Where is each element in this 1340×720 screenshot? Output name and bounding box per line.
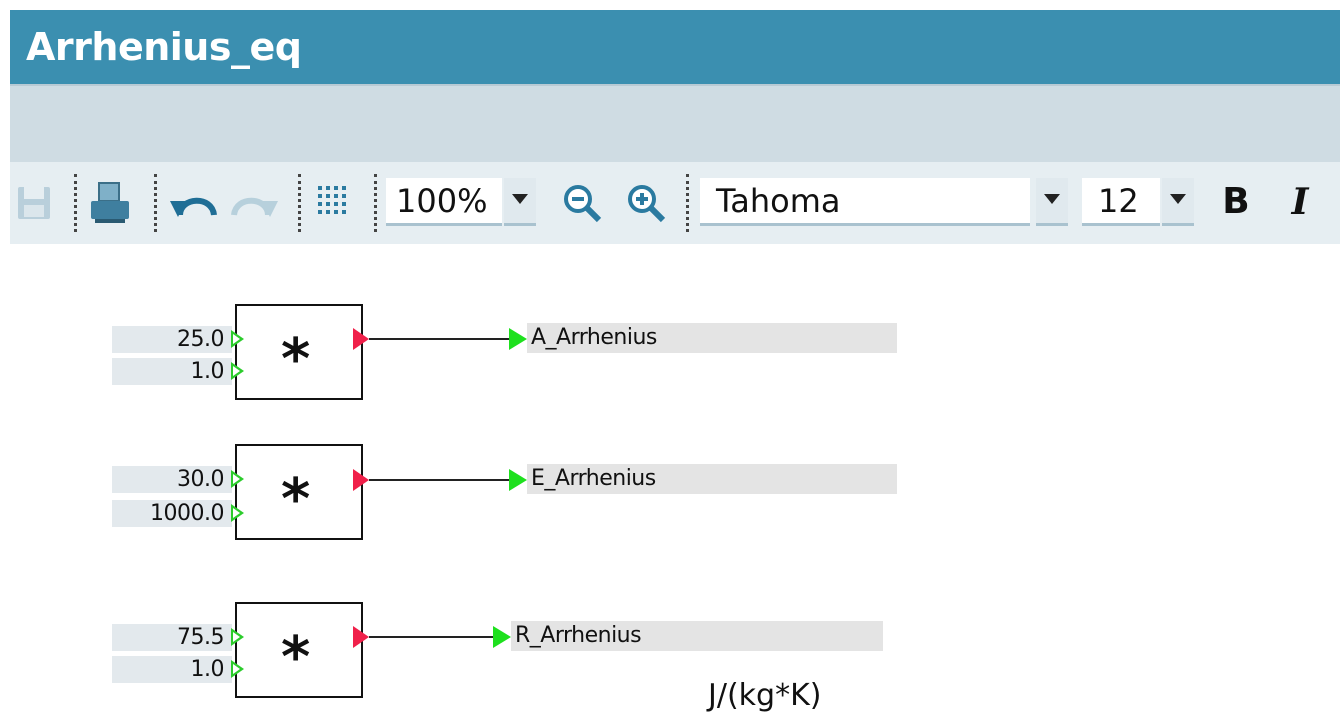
output-signal-field[interactable]: A_Arrhenius bbox=[527, 323, 897, 353]
output-port-icon[interactable] bbox=[353, 328, 369, 350]
output-port-icon[interactable] bbox=[353, 469, 369, 491]
input-port-icon[interactable] bbox=[231, 470, 244, 488]
input-value-field[interactable]: 1000.0 bbox=[112, 500, 232, 527]
zoom-select[interactable]: 100% bbox=[386, 178, 502, 226]
multiply-block[interactable]: * bbox=[235, 602, 363, 698]
output-port-icon[interactable] bbox=[353, 626, 369, 648]
undo-button[interactable] bbox=[166, 186, 222, 222]
signal-arrow-icon bbox=[493, 626, 511, 648]
toolbar-separator bbox=[686, 174, 689, 232]
output-signal-field[interactable]: R_Arrhenius bbox=[511, 621, 883, 651]
operator-label: * bbox=[281, 467, 311, 532]
operator-label: * bbox=[281, 327, 311, 392]
input-port-icon[interactable] bbox=[231, 628, 244, 646]
connection-wire[interactable] bbox=[369, 636, 495, 638]
input-port-icon[interactable] bbox=[231, 330, 244, 348]
toolbar-separator bbox=[74, 174, 77, 232]
output-signal-field[interactable]: E_Arrhenius bbox=[527, 464, 897, 494]
zoom-in-icon bbox=[628, 185, 666, 223]
diagram-canvas[interactable]: 25.0 1.0 * A_Arrhenius 30.0 1000.0 * E_A… bbox=[0, 244, 1340, 720]
ribbon-bar bbox=[10, 84, 1340, 162]
operator-label: * bbox=[281, 625, 311, 690]
save-icon bbox=[18, 187, 50, 219]
input-value-field[interactable]: 1.0 bbox=[112, 656, 232, 683]
input-value-field[interactable]: 1.0 bbox=[112, 358, 232, 385]
multiply-block[interactable]: * bbox=[235, 304, 363, 400]
toolbar: 100% Tahoma 12 B I bbox=[10, 162, 1340, 244]
font-family-select[interactable]: Tahoma bbox=[700, 178, 1030, 226]
connection-wire[interactable] bbox=[369, 479, 511, 481]
window-title: Arrhenius_eq bbox=[10, 10, 1340, 84]
redo-icon bbox=[231, 197, 278, 217]
font-family-dropdown-arrow[interactable] bbox=[1036, 178, 1068, 226]
toolbar-separator bbox=[154, 174, 157, 232]
input-value-field[interactable]: 75.5 bbox=[112, 624, 232, 651]
save-button[interactable] bbox=[14, 182, 54, 224]
undo-icon bbox=[170, 197, 217, 217]
toolbar-separator bbox=[374, 174, 377, 232]
redo-button[interactable] bbox=[226, 186, 282, 222]
multiply-block[interactable]: * bbox=[235, 444, 363, 540]
grid-button[interactable] bbox=[310, 180, 358, 224]
input-port-icon[interactable] bbox=[231, 660, 244, 678]
unit-label: J/(kg*K) bbox=[708, 678, 822, 713]
font-size-select[interactable]: 12 bbox=[1082, 178, 1160, 226]
print-button[interactable] bbox=[86, 180, 134, 226]
input-value-field[interactable]: 30.0 bbox=[112, 466, 232, 493]
zoom-out-button[interactable] bbox=[560, 182, 604, 224]
zoom-in-button[interactable] bbox=[624, 182, 668, 224]
input-value-field[interactable]: 25.0 bbox=[112, 326, 232, 353]
connection-wire[interactable] bbox=[369, 338, 511, 340]
toolbar-separator bbox=[298, 174, 301, 232]
bold-button[interactable]: B bbox=[1216, 176, 1256, 228]
zoom-dropdown-arrow[interactable] bbox=[504, 178, 536, 226]
signal-arrow-icon bbox=[509, 469, 527, 491]
zoom-out-icon bbox=[564, 185, 602, 223]
italic-button[interactable]: I bbox=[1280, 176, 1320, 228]
input-port-icon[interactable] bbox=[231, 362, 244, 380]
grid-icon bbox=[318, 186, 346, 214]
printer-icon bbox=[91, 182, 129, 223]
input-port-icon[interactable] bbox=[231, 504, 244, 522]
signal-arrow-icon bbox=[509, 328, 527, 350]
font-size-dropdown-arrow[interactable] bbox=[1162, 178, 1194, 226]
